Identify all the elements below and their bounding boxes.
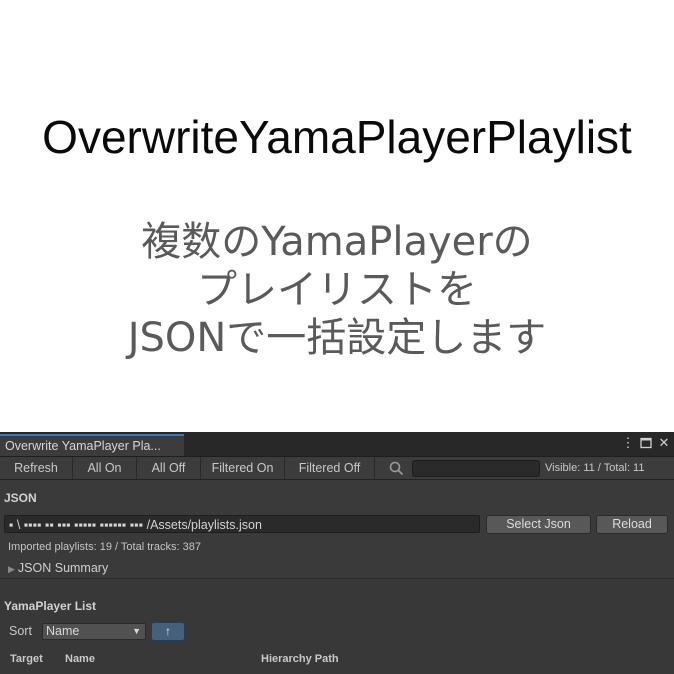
yamaplayer-list-heading: YamaPlayer List xyxy=(4,599,97,613)
hero-subtitle-line-3: JSONで一括設定します xyxy=(127,315,547,361)
json-section: JSON ▪ \ ▪▪▪▪ ▪▪ ▪▪▪ ▪▪▪▪▪ ▪▪▪▪▪▪ ▪▪▪ /A… xyxy=(0,480,674,579)
toolbar: Refresh All On All Off Filtered On Filte… xyxy=(0,457,674,480)
column-target[interactable]: Target xyxy=(10,653,43,665)
json-summary-label: JSON Summary xyxy=(17,561,109,575)
reload-button[interactable]: Reload xyxy=(596,515,668,534)
window-tab-bar: Overwrite YamaPlayer Pla... ⋮ ✕ xyxy=(0,432,674,457)
sort-direction-button[interactable]: ↑ xyxy=(151,622,185,641)
json-path-field[interactable]: ▪ \ ▪▪▪▪ ▪▪ ▪▪▪ ▪▪▪▪▪ ▪▪▪▪▪▪ ▪▪▪ /Assets… xyxy=(4,515,480,533)
window-controls: ⋮ ✕ xyxy=(621,435,671,451)
json-heading: JSON xyxy=(4,491,37,505)
refresh-button[interactable]: Refresh xyxy=(0,457,73,479)
all-off-button[interactable]: All Off xyxy=(137,457,201,479)
search-input[interactable] xyxy=(412,460,540,477)
column-hierarchy-path[interactable]: Hierarchy Path xyxy=(261,653,339,665)
hero-title: OverwriteYamaPlayerPlaylist xyxy=(42,111,632,163)
window-tab[interactable]: Overwrite YamaPlayer Pla... xyxy=(0,434,184,456)
more-icon[interactable]: ⋮ xyxy=(621,435,635,451)
foldout-arrow-icon: ▶ xyxy=(8,564,15,574)
hero-banner: OverwriteYamaPlayerPlaylist 複数のYamaPlaye… xyxy=(0,0,674,430)
all-on-button[interactable]: All On xyxy=(73,457,137,479)
hero-subtitle: 複数のYamaPlayerの プレイリストを JSONで一括設定します xyxy=(0,218,674,362)
select-json-button[interactable]: Select Json xyxy=(486,515,591,534)
sort-label: Sort xyxy=(9,624,32,638)
maximize-icon[interactable] xyxy=(639,435,653,451)
sort-select-value: Name xyxy=(46,624,80,638)
sort-select[interactable]: Name ▼ xyxy=(42,623,146,640)
imported-summary: Imported playlists: 19 / Total tracks: 3… xyxy=(8,541,201,553)
close-icon[interactable]: ✕ xyxy=(657,435,671,451)
filtered-on-button[interactable]: Filtered On xyxy=(201,457,285,479)
filtered-off-button[interactable]: Filtered Off xyxy=(285,457,375,479)
column-name[interactable]: Name xyxy=(65,653,95,665)
search-icon[interactable] xyxy=(388,460,406,476)
editor-window: Overwrite YamaPlayer Pla... ⋮ ✕ Refresh … xyxy=(0,432,674,674)
hero-subtitle-line-1: 複数のYamaPlayerの xyxy=(141,219,533,265)
json-summary-foldout[interactable]: ▶ JSON Summary xyxy=(8,561,108,575)
hero-subtitle-line-2: プレイリストを xyxy=(197,267,477,313)
visible-count: Visible: 11 / Total: 11 xyxy=(545,462,645,474)
chevron-down-icon: ▼ xyxy=(132,626,141,636)
